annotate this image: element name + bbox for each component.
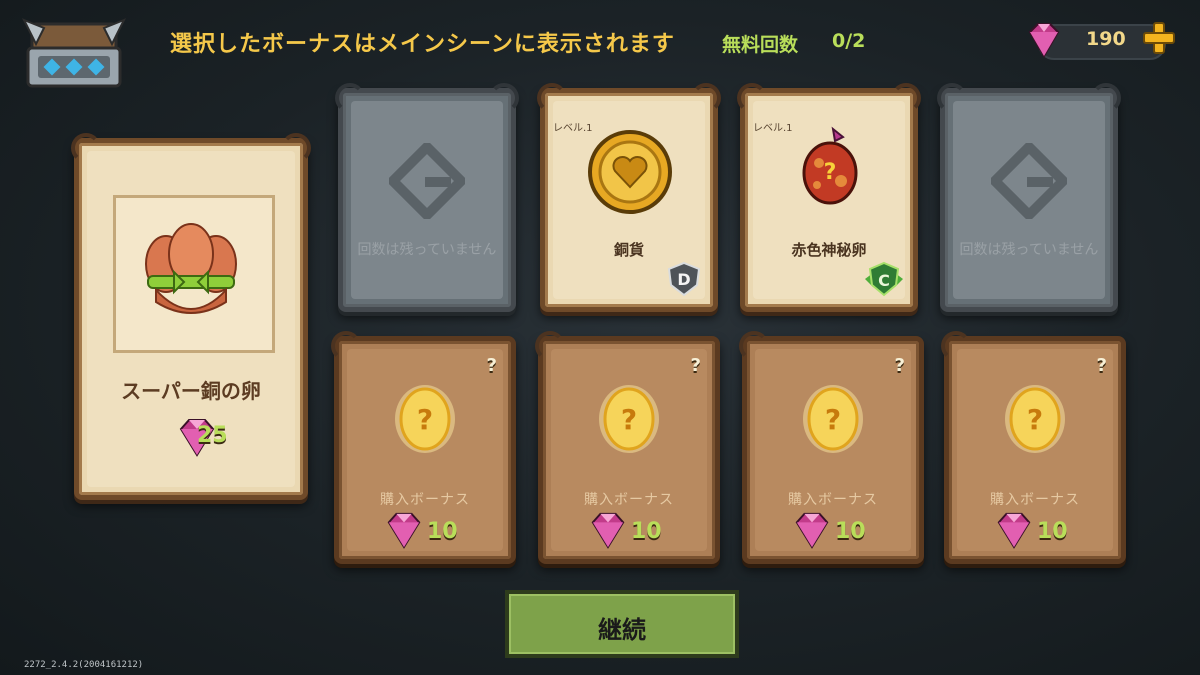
- featured-egg-card[interactable]: スーパー銅の卵 25: [71, 133, 311, 500]
- logo-placeholder-icon: [389, 143, 465, 219]
- grade-badge-icon: D: [667, 261, 701, 297]
- gem-icon: [795, 512, 829, 549]
- version-label: 2272_2.4.2(2004161212): [24, 660, 144, 670]
- bonus-price-value: 10: [1037, 519, 1068, 544]
- bonus-price-value: 10: [835, 519, 866, 544]
- item-name: 銅貨: [613, 241, 644, 259]
- purchase-bonus-card[interactable]: ? ? 購入ボーナス 10: [941, 331, 1126, 564]
- gem-balance-value: 190: [1086, 28, 1126, 50]
- purchase-bonus-label: 購入ボーナス: [990, 492, 1080, 508]
- continue-button-label: 継続: [598, 616, 646, 644]
- gem-icon: [997, 512, 1031, 549]
- free-count-value: 0/2: [832, 30, 866, 52]
- mystery-egg-icon: ?: [599, 385, 659, 453]
- purchase-bonus-card[interactable]: ? ? 購入ボーナス 10: [739, 331, 924, 564]
- mystery-egg-icon: ?: [1005, 385, 1065, 453]
- purchase-bonus-label: 購入ボーナス: [380, 492, 470, 508]
- purchase-bonus-card[interactable]: ? ? 購入ボーナス 10: [331, 331, 516, 564]
- no-remaining-text: 回数は残っていません: [959, 242, 1099, 258]
- grade-badge-icon: C: [865, 261, 903, 297]
- mystery-egg-icon: ?: [802, 126, 858, 205]
- bonus-price-value: 10: [631, 519, 662, 544]
- hint-icon: ?: [894, 355, 905, 376]
- gem-icon: [387, 512, 421, 549]
- no-remaining-text: 回数は残っていません: [357, 242, 497, 258]
- reward-card-copper-coin[interactable]: レベル.1 銅貨 D: [537, 83, 721, 312]
- svg-text:?: ?: [621, 403, 637, 436]
- reward-card-red-egg[interactable]: レベル.1 ? 赤色神秘卵 C: [737, 83, 921, 312]
- svg-text:?: ?: [824, 160, 837, 185]
- item-name: 赤色神秘卵: [791, 241, 867, 259]
- grade-letter: D: [677, 270, 690, 289]
- svg-text:?: ?: [1027, 403, 1043, 436]
- purchase-bonus-label: 購入ボーナス: [584, 492, 674, 508]
- mystery-egg-icon: ?: [803, 385, 863, 453]
- purchase-bonus-card[interactable]: ? ? 購入ボーナス 10: [535, 331, 720, 564]
- purchase-bonus-label: 購入ボーナス: [788, 492, 878, 508]
- featured-price-value: 25: [197, 423, 228, 448]
- svg-text:?: ?: [825, 403, 841, 436]
- hint-icon: ?: [486, 355, 497, 376]
- hint-icon: ?: [690, 355, 701, 376]
- free-count-label: 無料回数: [722, 34, 799, 56]
- empty-slot-card: 回数は残っていません: [937, 83, 1121, 312]
- hint-icon: ?: [1096, 355, 1107, 376]
- egg-basket-icon: [145, 223, 237, 314]
- continue-button[interactable]: 継続: [505, 590, 739, 658]
- add-gems-button[interactable]: [1142, 21, 1176, 55]
- item-level: レベル.1: [753, 123, 793, 134]
- gem-icon: [591, 512, 625, 549]
- chest-icon[interactable]: [22, 14, 126, 92]
- svg-text:?: ?: [417, 403, 433, 436]
- coin-icon: [588, 130, 672, 214]
- featured-item-portrait: [113, 195, 275, 353]
- empty-slot-card: 回数は残っていません: [335, 83, 519, 312]
- logo-placeholder-icon: [991, 143, 1067, 219]
- gem-icon: [1028, 23, 1060, 58]
- mystery-egg-icon: ?: [395, 385, 455, 453]
- bonus-price-value: 10: [427, 519, 458, 544]
- grade-letter: C: [878, 271, 890, 290]
- featured-item-name: スーパー銅の卵: [121, 379, 261, 403]
- bonus-info-message: 選択したボーナスはメインシーンに表示されます: [170, 32, 675, 57]
